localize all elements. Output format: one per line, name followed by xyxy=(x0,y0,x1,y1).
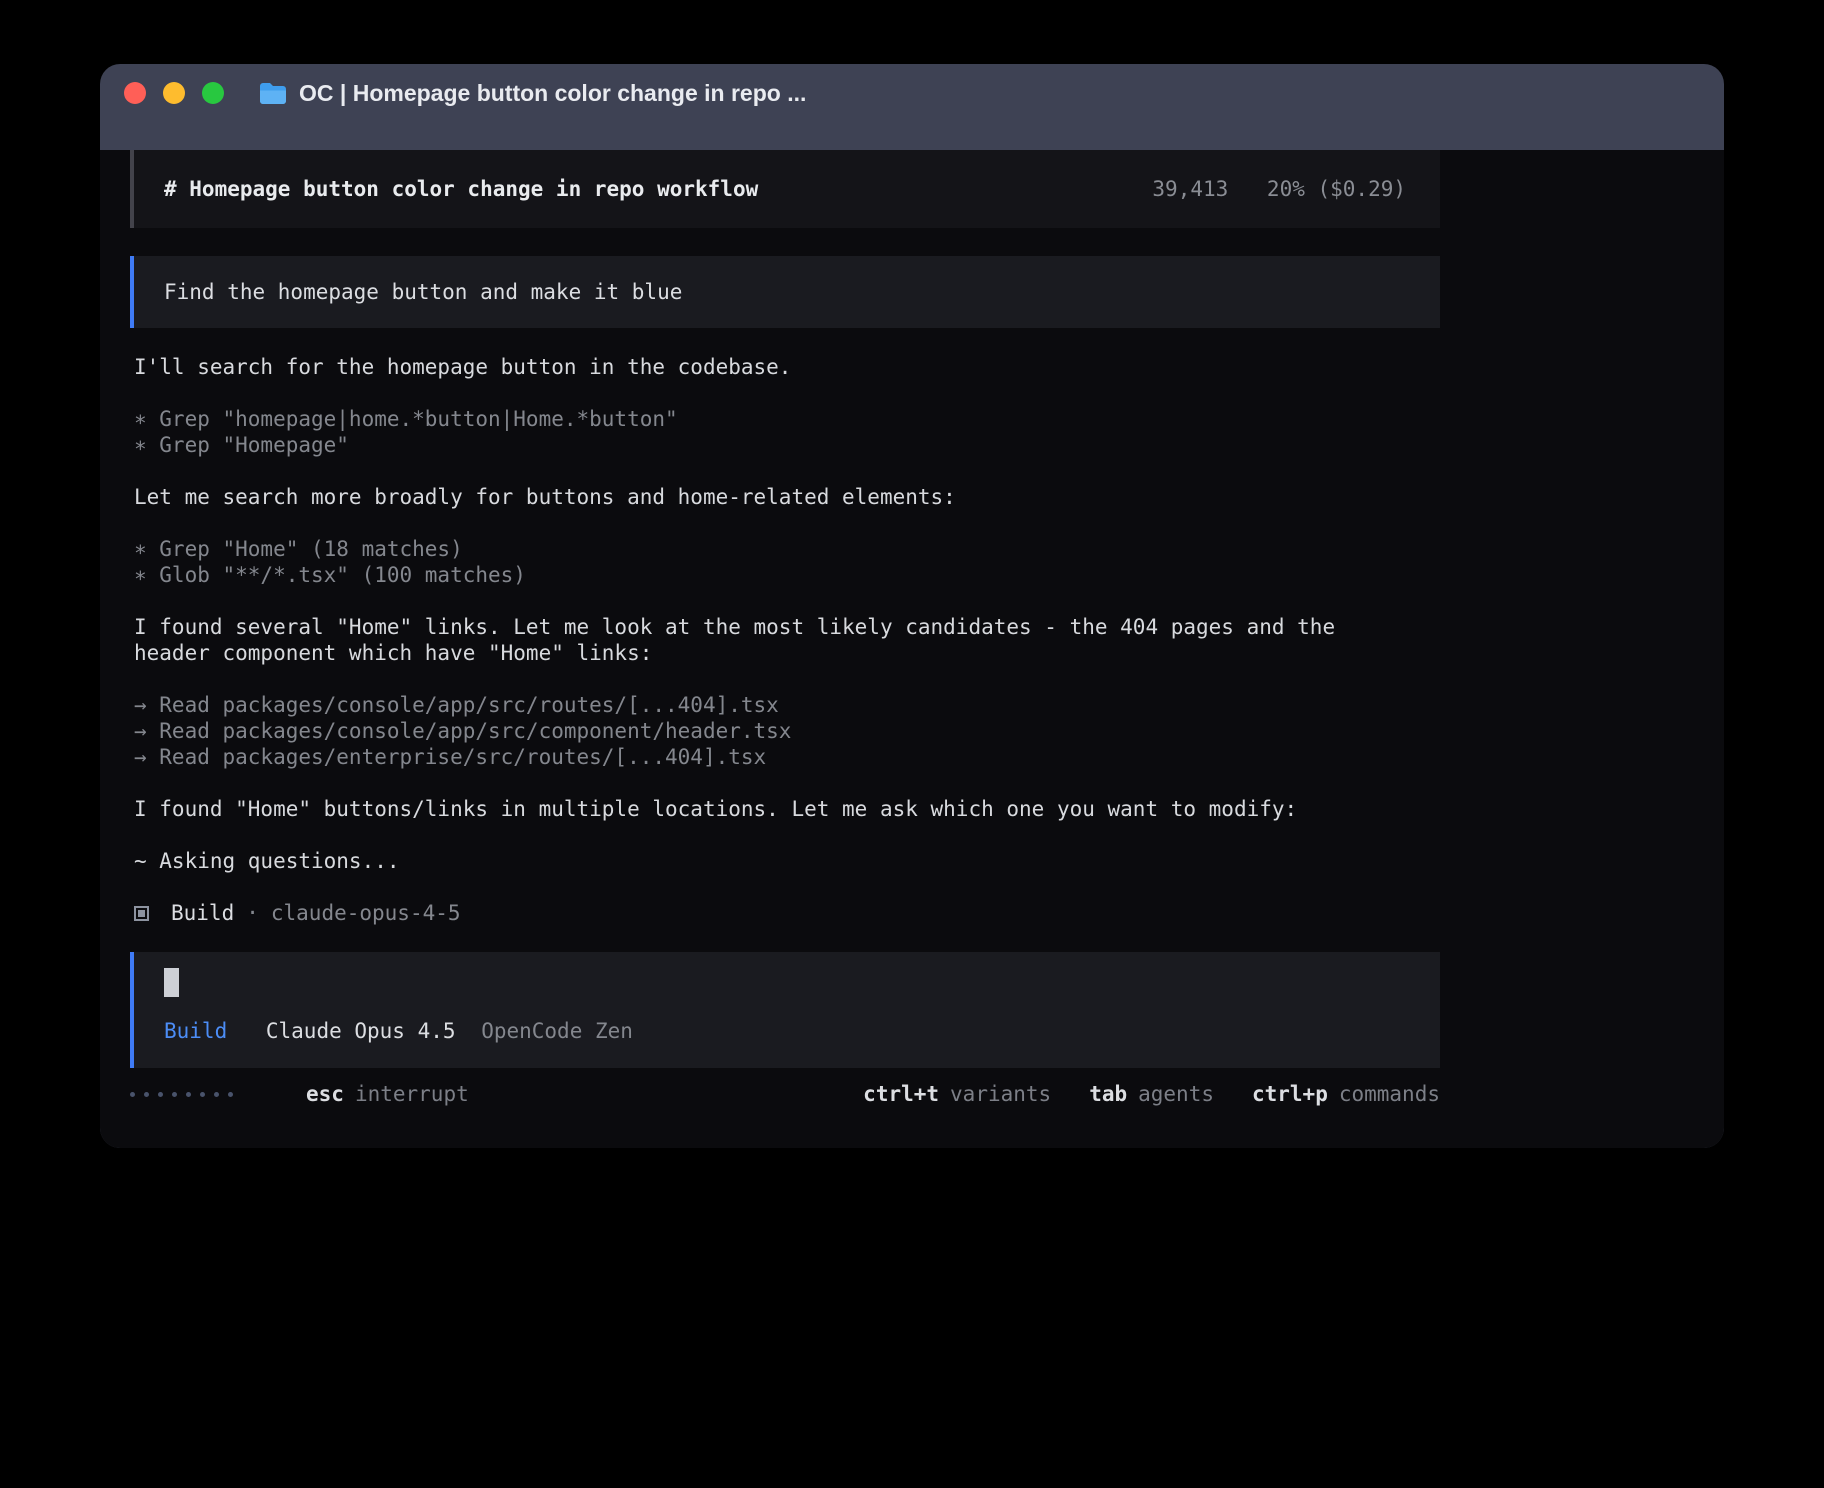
mode-badge[interactable]: Build xyxy=(164,1019,227,1043)
hint-interrupt: esc interrupt xyxy=(306,1082,469,1106)
ctrl-p-key: ctrl+p xyxy=(1252,1082,1328,1106)
session-stats: 39,413 20% ($0.29) xyxy=(1152,177,1406,201)
session-header: # Homepage button color change in repo w… xyxy=(130,150,1440,228)
commands-label: commands xyxy=(1339,1082,1440,1106)
assistant-text: I'll search for the homepage button in t… xyxy=(134,354,1384,380)
status-left: esc interrupt xyxy=(130,1082,469,1106)
hint-variants: ctrl+t variants xyxy=(863,1082,1051,1106)
agent-row: Build · claude-opus-4-5 xyxy=(134,900,1384,926)
agents-label: agents xyxy=(1138,1082,1214,1106)
terminal-content: # Homepage button color change in repo w… xyxy=(100,150,1724,1148)
user-message-text: Find the homepage button and make it blu… xyxy=(164,280,682,304)
tool-call-glob: ∗ Glob "**/*.tsx" (100 matches) xyxy=(134,562,1384,588)
input-footer: Build Claude Opus 4.5 OpenCode Zen xyxy=(164,1019,1410,1043)
close-button[interactable] xyxy=(124,82,146,104)
tool-call-read: → Read packages/console/app/src/componen… xyxy=(134,718,1384,744)
assistant-transcript: I'll search for the homepage button in t… xyxy=(134,354,1384,926)
tool-call-read: → Read packages/console/app/src/routes/[… xyxy=(134,692,1384,718)
minimize-button[interactable] xyxy=(163,82,185,104)
esc-key: esc xyxy=(306,1082,344,1106)
session-title: # Homepage button color change in repo w… xyxy=(164,177,758,201)
agent-build-icon xyxy=(134,906,149,921)
assistant-text: I found "Home" buttons/links in multiple… xyxy=(134,796,1384,822)
status-right: ctrl+t variants tab agents ctrl+p commands xyxy=(863,1082,1440,1106)
hint-agents: tab agents xyxy=(1089,1082,1214,1106)
spinner-dots-icon xyxy=(130,1092,242,1097)
agent-name: Build xyxy=(171,900,234,926)
provider-name: OpenCode Zen xyxy=(481,1019,633,1043)
tab-key: tab xyxy=(1089,1082,1127,1106)
titlebar[interactable]: OC | Homepage button color change in rep… xyxy=(100,64,1724,122)
ctrl-t-key: ctrl+t xyxy=(863,1082,939,1106)
zoom-button[interactable] xyxy=(202,82,224,104)
esc-label: interrupt xyxy=(355,1082,469,1106)
agent-separator: · xyxy=(246,900,259,926)
status-bar: esc interrupt ctrl+t variants tab agents ct… xyxy=(130,1082,1440,1106)
assistant-text: Let me search more broadly for buttons a… xyxy=(134,484,1384,510)
tool-call-grep: ∗ Grep "Home" (18 matches) xyxy=(134,536,1384,562)
text-cursor xyxy=(164,968,179,997)
user-message: Find the homepage button and make it blu… xyxy=(130,256,1440,328)
tool-call-group: ∗ Grep "homepage|home.*button|Home.*butt… xyxy=(134,406,1384,458)
hint-commands: ctrl+p commands xyxy=(1252,1082,1440,1106)
token-count: 39,413 xyxy=(1152,177,1228,201)
tool-call-group: ∗ Grep "Home" (18 matches) ∗ Glob "**/*.… xyxy=(134,536,1384,588)
tool-call-group: → Read packages/console/app/src/routes/[… xyxy=(134,692,1384,770)
window-title: OC | Homepage button color change in rep… xyxy=(299,80,806,107)
assistant-text: I found several "Home" links. Let me loo… xyxy=(134,614,1384,666)
assistant-status: ~ Asking questions... xyxy=(134,848,1384,874)
context-usage: 20% ($0.29) xyxy=(1267,177,1406,201)
variants-label: variants xyxy=(950,1082,1051,1106)
tool-call-read: → Read packages/enterprise/src/routes/[.… xyxy=(134,744,1384,770)
traffic-lights xyxy=(124,82,241,104)
folder-icon xyxy=(259,82,287,105)
tool-call-grep: ∗ Grep "Homepage" xyxy=(134,432,1384,458)
terminal-window: OC | Homepage button color change in rep… xyxy=(100,64,1724,1148)
agent-model: claude-opus-4-5 xyxy=(271,900,461,926)
prompt-input[interactable]: Build Claude Opus 4.5 OpenCode Zen xyxy=(130,952,1440,1068)
tool-call-grep: ∗ Grep "homepage|home.*button|Home.*butt… xyxy=(134,406,1384,432)
model-name[interactable]: Claude Opus 4.5 xyxy=(266,1019,456,1043)
